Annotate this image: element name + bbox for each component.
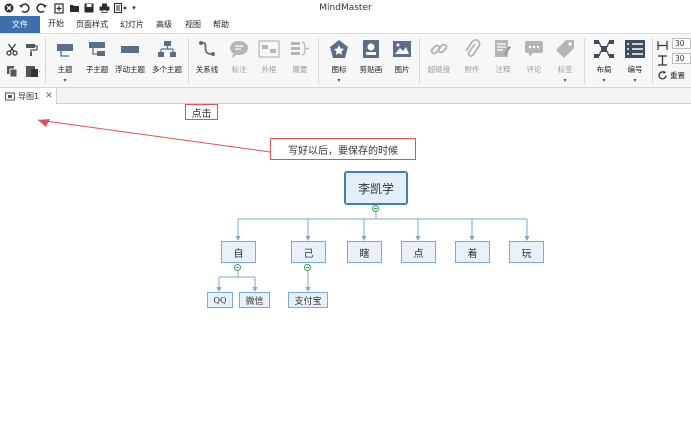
tag-label: 标签 [557, 65, 573, 74]
icon-button[interactable]: 图标 ▾ [322, 36, 356, 86]
topic-zhe[interactable]: 着 [455, 241, 490, 263]
attachment-button[interactable]: 附件 [455, 36, 489, 86]
floating-topic-icon [119, 38, 141, 60]
collapse-ji-icon[interactable] [304, 264, 311, 271]
tab-label: 导图1 [18, 91, 40, 101]
picture-icon [391, 38, 413, 60]
relationship-label: 关系线 [195, 65, 219, 74]
callout-label: 标注 [231, 65, 247, 74]
callout-button[interactable]: 标注 [222, 36, 256, 86]
mindmap-canvas[interactable]: 点击 写好以后，要保存的时候 李凯学 自 己 瞎 点 着 玩 QQ 微信 支付宝 [0, 104, 691, 422]
title-bar: ▾ MindMaster [0, 0, 691, 16]
menu-home[interactable]: 开始 [48, 16, 64, 33]
note-button[interactable]: 注释 [486, 36, 520, 86]
file-menu-button[interactable]: 文件 [0, 16, 40, 33]
relationship-icon [196, 38, 218, 60]
menu-advanced[interactable]: 高级 [156, 16, 172, 33]
root-topic[interactable]: 李凯学 [344, 171, 408, 205]
tag-icon [554, 38, 576, 60]
document-tab-bar: 导图1 ✕ [0, 88, 691, 104]
tab-mindmap[interactable]: 导图1 ✕ [0, 88, 57, 104]
summary-icon [289, 38, 311, 60]
subtopic-button[interactable]: 子主题 [80, 36, 114, 86]
paste-icon[interactable] [24, 64, 42, 78]
topic-button[interactable]: 主题 ▾ [48, 36, 82, 86]
layout-button[interactable]: 布局 ▾ [587, 36, 621, 86]
note-label: 注释 [495, 65, 511, 74]
reset-icon[interactable] [656, 69, 668, 81]
comment-icon [523, 38, 545, 60]
layout-label: 布局 [596, 65, 612, 74]
insert-icon-icon [328, 38, 350, 60]
tag-button[interactable]: 标签 ▾ [548, 36, 582, 86]
mindmap-doc-icon [5, 91, 15, 101]
floating-topic-button[interactable]: 浮动主题 [113, 36, 147, 86]
topic-wechat[interactable]: 微信 [239, 292, 270, 308]
picture-label: 图片 [394, 65, 410, 74]
topic-alipay[interactable]: 支付宝 [288, 292, 328, 308]
topic-ji[interactable]: 己 [291, 241, 326, 263]
vertical-spacing-icon [656, 54, 668, 66]
annotation-save-hint: 写好以后，要保存的时候 [270, 138, 416, 160]
paperclip-icon [461, 38, 483, 60]
hyperlink-button[interactable]: 超链接 [422, 36, 456, 86]
collapse-zi-icon[interactable] [234, 264, 241, 271]
attachment-label: 附件 [464, 65, 480, 74]
boundary-button[interactable]: 外框 [252, 36, 286, 86]
menu-view[interactable]: 视图 [185, 16, 201, 33]
boundary-label: 外框 [261, 65, 277, 74]
comment-label: 评论 [526, 65, 542, 74]
picture-button[interactable]: 图片 [385, 36, 419, 86]
comment-button[interactable]: 评论 [517, 36, 551, 86]
horizontal-spacing-icon [656, 39, 668, 51]
hyperlink-label: 超链接 [427, 65, 451, 74]
summary-label: 概要 [292, 65, 308, 74]
annotation-arrowhead [38, 119, 50, 127]
ribbon-toolbar: 主题 ▾ 子主题 浮动主题 多个主题 关系线 标注 外框 概要 图标 ▾ 剪贴画… [0, 33, 691, 88]
reset-label[interactable]: 重置 [670, 70, 685, 81]
annotation-arrow [37, 119, 271, 153]
tab-close-icon[interactable]: ✕ [45, 91, 53, 101]
topic-xia[interactable]: 瞎 [347, 241, 382, 263]
multi-topic-button[interactable]: 多个主题 [149, 36, 185, 86]
app-title: MindMaster [319, 3, 372, 13]
menu-page-style[interactable]: 页面样式 [76, 16, 108, 33]
topic-qq[interactable]: QQ [207, 292, 233, 308]
menu-slides[interactable]: 幻灯片 [120, 16, 144, 33]
floating-topic-label: 浮动主题 [115, 65, 145, 74]
format-painter-icon[interactable] [24, 42, 42, 56]
topic-label: 主题 [57, 65, 73, 74]
topic-zi[interactable]: 自 [221, 241, 256, 263]
relationship-button[interactable]: 关系线 [190, 36, 224, 86]
numbering-button[interactable]: 编号 ▾ [618, 36, 652, 86]
numbering-label: 编号 [627, 65, 643, 74]
callout-icon [228, 38, 250, 60]
cut-icon[interactable] [5, 42, 19, 56]
collapse-root-icon[interactable] [372, 205, 379, 212]
clipart-icon [360, 38, 382, 60]
numbering-icon [624, 38, 646, 60]
layout-icon [593, 38, 615, 60]
multi-topic-icon [156, 38, 178, 60]
subtopic-label: 子主题 [85, 65, 109, 74]
boundary-icon [258, 38, 280, 60]
topic-wan[interactable]: 玩 [509, 241, 544, 263]
hyperlink-icon [428, 38, 450, 60]
vertical-spacing-input[interactable]: 30 [672, 53, 691, 64]
multi-topic-label: 多个主题 [152, 65, 182, 74]
copy-icon[interactable] [5, 64, 19, 78]
horizontal-spacing-input[interactable]: 30 [672, 38, 691, 49]
menu-bar: 文件 开始 页面样式 幻灯片 高级 视图 帮助 [0, 16, 691, 33]
summary-button[interactable]: 概要 [283, 36, 317, 86]
clipart-label: 剪贴画 [359, 65, 383, 74]
annotation-click: 点击 [185, 104, 218, 120]
icon-label: 图标 [331, 65, 347, 74]
clipart-button[interactable]: 剪贴画 [354, 36, 388, 86]
topic-icon [54, 38, 76, 60]
subtopic-icon [86, 38, 108, 60]
menu-help[interactable]: 帮助 [213, 16, 229, 33]
topic-dian[interactable]: 点 [401, 241, 436, 263]
note-icon [492, 38, 514, 60]
